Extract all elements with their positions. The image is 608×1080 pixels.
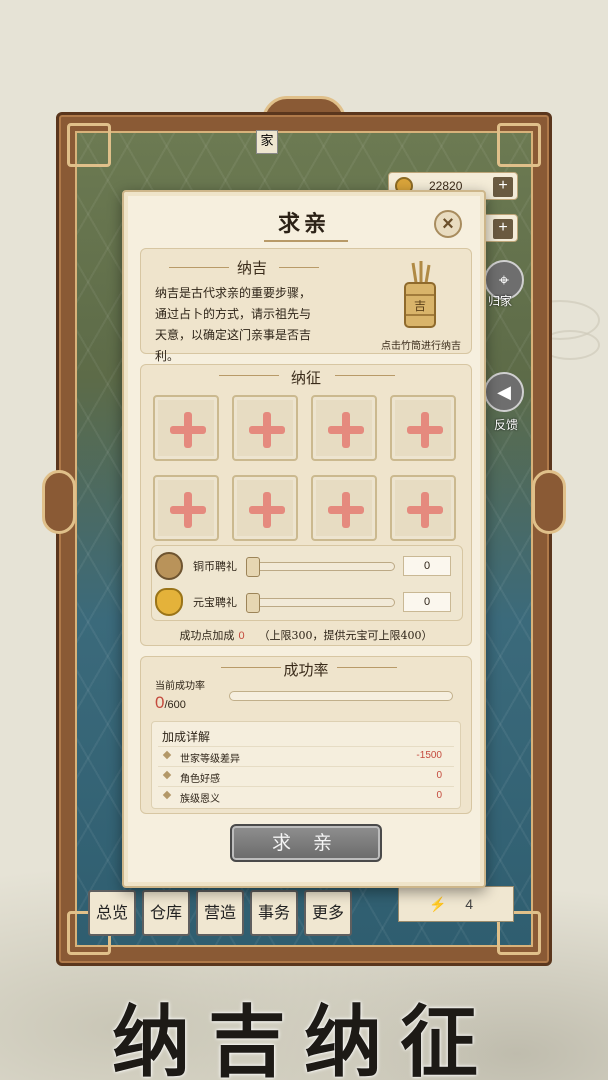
heading-ornament xyxy=(337,667,397,668)
bullet-icon xyxy=(162,750,172,760)
energy-indicator: ⚡ 4 xyxy=(398,886,514,922)
plus-icon-bar xyxy=(249,426,285,434)
bonus-detail-box: 加成详解 世家等级差异 -1500 角色好感 0 族级恩义 0 xyxy=(151,721,461,809)
current-rate-label: 当前成功率 xyxy=(155,681,205,692)
gift-slot[interactable] xyxy=(232,395,298,461)
detail-name: 世家等级差异 xyxy=(180,754,240,765)
detail-value: 0 xyxy=(436,790,442,801)
detail-name: 族级恩义 xyxy=(180,794,220,805)
frame-side-ornament-left xyxy=(42,470,76,534)
nazheng-heading: 纳征 xyxy=(290,369,321,387)
nav-tab-warehouse[interactable]: 仓库 xyxy=(142,890,190,936)
nazheng-panel: 纳征 铜币聘礼 0 元宝聘礼 0 成功点加成 0 （上限300，提供元宝可上限4… xyxy=(140,364,472,646)
bamboo-tube-icon: 吉 xyxy=(404,261,436,328)
copper-slider-knob[interactable] xyxy=(246,557,260,577)
current-rate-total: /600 xyxy=(164,699,186,711)
detail-row: 族级恩义 0 xyxy=(158,786,454,806)
detail-row: 角色好感 0 xyxy=(158,766,454,786)
add-ingot-button[interactable]: + xyxy=(493,219,513,239)
copper-coin-icon xyxy=(155,552,183,580)
megaphone-icon: ◀ xyxy=(497,382,511,402)
heading-ornament xyxy=(279,267,319,268)
proposal-dialog: 求亲 × 纳吉 纳吉是古代求亲的重要步骤，通过占卜的方式，请示祖先与天意，以确定… xyxy=(122,190,486,888)
gift-slot[interactable] xyxy=(153,395,219,461)
close-icon: × xyxy=(442,213,454,235)
title-divider xyxy=(264,240,348,242)
bonus-value: 0 xyxy=(238,630,245,642)
naji-description: 纳吉是古代求亲的重要步骤，通过占卜的方式，请示祖先与天意，以确定这门亲事是否吉利… xyxy=(155,286,312,363)
frame-corner-ornament xyxy=(67,123,111,167)
plus-icon-bar xyxy=(249,506,285,514)
location-pin-icon: ⌖ xyxy=(498,270,510,290)
map-tag: 家 xyxy=(256,130,278,154)
gift-slot-grid xyxy=(153,395,456,541)
feedback-label: 反馈 xyxy=(494,418,519,432)
current-rate-value: 0/600 xyxy=(155,693,186,713)
ingot-gift-slider[interactable] xyxy=(246,593,395,613)
nav-tab-overview[interactable]: 总览 xyxy=(88,890,136,936)
game-bottom-nav: 总览 仓库 营造 事务 更多 xyxy=(88,890,352,936)
bamboo-char: 吉 xyxy=(414,299,426,313)
nav-tab-affairs[interactable]: 事务 xyxy=(250,890,298,936)
heading-ornament xyxy=(169,267,229,268)
naji-heading: 纳吉 xyxy=(237,259,268,277)
detail-value: -1500 xyxy=(416,750,442,761)
bullet-icon xyxy=(162,790,172,800)
frame-corner-ornament xyxy=(497,123,541,167)
bonus-note: （上限300，提供元宝可上限400） xyxy=(258,629,433,642)
propose-button[interactable]: 求 亲 xyxy=(230,824,382,862)
bamboo-tube-button[interactable]: 吉 xyxy=(395,259,445,331)
promo-caption: 纳吉纳征 xyxy=(111,997,496,1080)
plus-icon-bar xyxy=(170,426,206,434)
nav-tab-more[interactable]: 更多 xyxy=(304,890,352,936)
energy-value: 4 xyxy=(465,896,473,912)
frame-side-ornament-right xyxy=(532,470,566,534)
plus-icon-bar xyxy=(328,506,364,514)
plus-icon-bar xyxy=(170,506,206,514)
ingot-gift-row: 元宝聘礼 0 xyxy=(151,585,461,619)
nav-tab-construct[interactable]: 营造 xyxy=(196,890,244,936)
detail-title: 加成详解 xyxy=(162,730,211,744)
detail-row: 世家等级差异 -1500 xyxy=(158,746,454,766)
gift-slot[interactable] xyxy=(390,475,456,541)
close-button[interactable]: × xyxy=(434,210,462,238)
gift-slot[interactable] xyxy=(232,475,298,541)
ingot-slider-knob[interactable] xyxy=(246,593,260,613)
success-rate-bar xyxy=(229,691,453,701)
gift-slot[interactable] xyxy=(390,395,456,461)
gold-ingot-icon xyxy=(155,588,183,616)
copper-gift-label: 铜币聘礼 xyxy=(193,560,237,573)
lightning-icon: ⚡ xyxy=(429,895,447,912)
plus-icon-bar xyxy=(407,506,443,514)
heading-ornament xyxy=(335,375,395,376)
bonus-label: 成功点加成 xyxy=(179,629,235,642)
detail-value: 0 xyxy=(436,770,442,781)
add-copper-button[interactable]: + xyxy=(493,177,513,197)
copper-gift-slider[interactable] xyxy=(246,557,395,577)
plus-icon-bar xyxy=(407,426,443,434)
bullet-icon xyxy=(162,770,172,780)
naji-panel: 纳吉 纳吉是古代求亲的重要步骤，通过占卜的方式，请示祖先与天意，以确定这门亲事是… xyxy=(140,248,472,363)
plus-icon-bar xyxy=(328,426,364,434)
detail-name: 角色好感 xyxy=(180,774,220,785)
ingot-gift-value[interactable]: 0 xyxy=(403,592,451,612)
gift-slot[interactable] xyxy=(311,395,377,461)
gift-slot[interactable] xyxy=(153,475,219,541)
bamboo-tip: 点击竹筒进行纳吉 xyxy=(381,341,461,352)
dialog-title: 求亲 xyxy=(277,211,330,237)
return-home-label: 归家 xyxy=(488,294,513,308)
ingot-gift-label: 元宝聘礼 xyxy=(193,596,237,609)
copper-gift-row: 铜币聘礼 0 xyxy=(151,549,461,583)
gift-slot[interactable] xyxy=(311,475,377,541)
success-rate-panel: 成功率 当前成功率 0/600 加成详解 世家等级差异 -1500 角色好感 0… xyxy=(140,656,472,814)
copper-gift-value[interactable]: 0 xyxy=(403,556,451,576)
bonus-line: 成功点加成 0 （上限300，提供元宝可上限400） xyxy=(141,627,471,643)
feedback-button[interactable]: ◀ xyxy=(484,372,524,412)
